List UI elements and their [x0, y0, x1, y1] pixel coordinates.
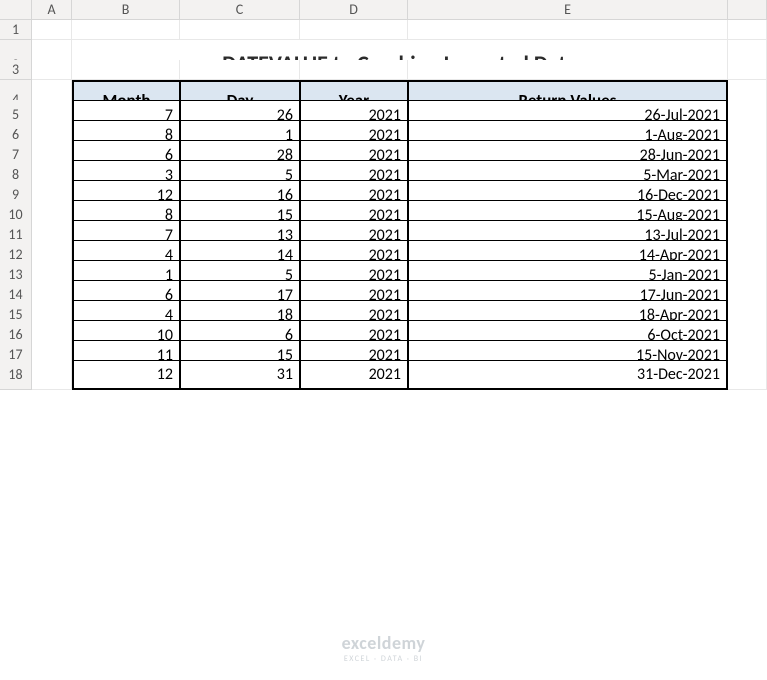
watermark-text: exceldemy: [342, 632, 426, 654]
cell-blank[interactable]: [408, 60, 728, 80]
cell-blank[interactable]: [32, 360, 72, 390]
cell-blank[interactable]: [32, 60, 72, 80]
cell-blank[interactable]: [408, 20, 728, 40]
row-header-1[interactable]: 1: [0, 20, 32, 40]
col-header-A[interactable]: A: [32, 0, 72, 20]
watermark: exceldemy EXCEL · DATA · BI: [342, 632, 426, 664]
cell-blank[interactable]: [180, 20, 300, 40]
cell-blank[interactable]: [728, 20, 767, 40]
col-header-C[interactable]: C: [180, 0, 300, 20]
cell-month[interactable]: 12: [72, 360, 180, 390]
cell-day[interactable]: 31: [180, 360, 300, 390]
row-header-18[interactable]: 18: [0, 360, 32, 390]
cell-return[interactable]: 31-Dec-2021: [408, 360, 728, 390]
cell-blank[interactable]: [300, 60, 408, 80]
col-header-B[interactable]: B: [72, 0, 180, 20]
cell-blank[interactable]: [300, 20, 408, 40]
cell-blank[interactable]: [32, 20, 72, 40]
cell-year[interactable]: 2021: [300, 360, 408, 390]
col-header-blank: [728, 0, 767, 20]
col-header-E[interactable]: E: [408, 0, 728, 20]
watermark-subtext: EXCEL · DATA · BI: [342, 654, 426, 664]
cell-blank[interactable]: [72, 20, 180, 40]
row-header-3[interactable]: 3: [0, 60, 32, 80]
cell-blank[interactable]: [72, 60, 180, 80]
select-all-corner[interactable]: [0, 0, 32, 20]
cell-blank[interactable]: [728, 60, 767, 80]
cell-blank[interactable]: [180, 60, 300, 80]
cell-blank[interactable]: [728, 360, 767, 390]
col-header-D[interactable]: D: [300, 0, 408, 20]
